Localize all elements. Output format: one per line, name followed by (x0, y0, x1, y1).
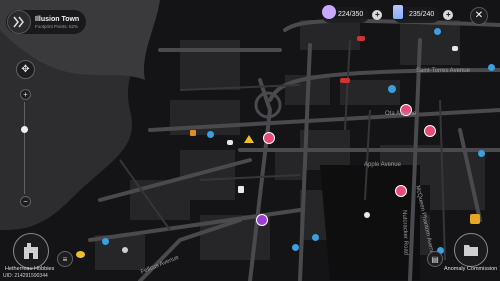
close-icon: ✕ (474, 10, 484, 21)
pink-commission-icon[interactable] (395, 185, 407, 197)
card-icon (393, 5, 403, 19)
pink-commission-icon[interactable] (263, 132, 275, 144)
folder-icon (464, 245, 478, 256)
locate-button[interactable]: ✥ (16, 60, 35, 79)
white-doc-icon[interactable] (238, 186, 244, 193)
gold-hexagon-icon[interactable] (470, 214, 480, 224)
location-subtitle: Footprint Points: 52% (35, 24, 79, 29)
red-car-icon[interactable] (357, 36, 365, 41)
location-name: Illusion Town (35, 16, 80, 23)
yellow-duck-icon[interactable] (76, 251, 85, 258)
blue-shop-icon[interactable] (312, 234, 319, 241)
battery-icon (322, 5, 336, 19)
white-camera-icon[interactable] (227, 140, 233, 145)
inbox-icon: ▤ (431, 254, 439, 264)
anomaly-commission-button[interactable] (454, 233, 488, 267)
zoom-track (24, 102, 25, 194)
zoom-in-button[interactable]: + (20, 89, 31, 100)
white-ghost-icon[interactable] (364, 212, 370, 218)
blue-shop-icon[interactable] (434, 28, 441, 35)
menu-button[interactable]: ≡ (57, 251, 73, 267)
blue-shop-icon[interactable] (388, 85, 396, 93)
battery-value: 224/350 (338, 11, 364, 18)
hobbies-button[interactable] (13, 233, 49, 269)
street-label: Saint-Torres Avenue (416, 68, 470, 74)
blue-shop-icon[interactable] (292, 244, 299, 251)
card-value: 235/240 (409, 11, 435, 18)
zoom-slider-handle[interactable] (21, 126, 28, 133)
purple-agent-icon[interactable] (256, 214, 268, 226)
blue-shop-icon[interactable] (102, 238, 109, 245)
battery-add-button[interactable]: + (372, 10, 383, 20)
zoom-out-button[interactable]: − (20, 196, 31, 207)
card-resource: 235/240 + (393, 5, 454, 24)
red-car-icon[interactable] (340, 78, 350, 83)
crosshair-icon: ✥ (21, 64, 30, 75)
hobbies-label: Hetherreau Hobbies (5, 266, 55, 272)
orange-bag-icon[interactable] (190, 130, 196, 136)
blue-shop-icon[interactable] (488, 64, 495, 71)
street-label: Ota Avenue (385, 111, 417, 117)
yellow-warning-icon[interactable] (244, 135, 254, 143)
close-button[interactable]: ✕ (470, 7, 488, 25)
pink-commission-icon[interactable] (424, 125, 436, 137)
list-icon: ≡ (62, 254, 68, 264)
zoom-controls: ✥ + − (16, 60, 35, 210)
location-badge-icon (7, 10, 31, 34)
white-camera-icon[interactable] (452, 46, 458, 51)
white-ghost-icon[interactable] (122, 247, 128, 253)
battery-resource: 224/350 + (322, 5, 383, 24)
street-label: Apple Avenue (364, 162, 401, 168)
card-add-button[interactable]: + (443, 10, 454, 20)
inbox-button[interactable]: ▤ (427, 251, 443, 267)
shop-building-icon (24, 243, 38, 259)
uid-label: UID: 214291590344 (3, 273, 48, 279)
blue-shop-icon[interactable] (207, 131, 214, 138)
anomaly-commission-label: Anomaly Commission (444, 266, 498, 272)
location-card[interactable]: Illusion Town Footprint Points: 52% (6, 10, 86, 34)
blue-shop-icon[interactable] (478, 150, 485, 157)
